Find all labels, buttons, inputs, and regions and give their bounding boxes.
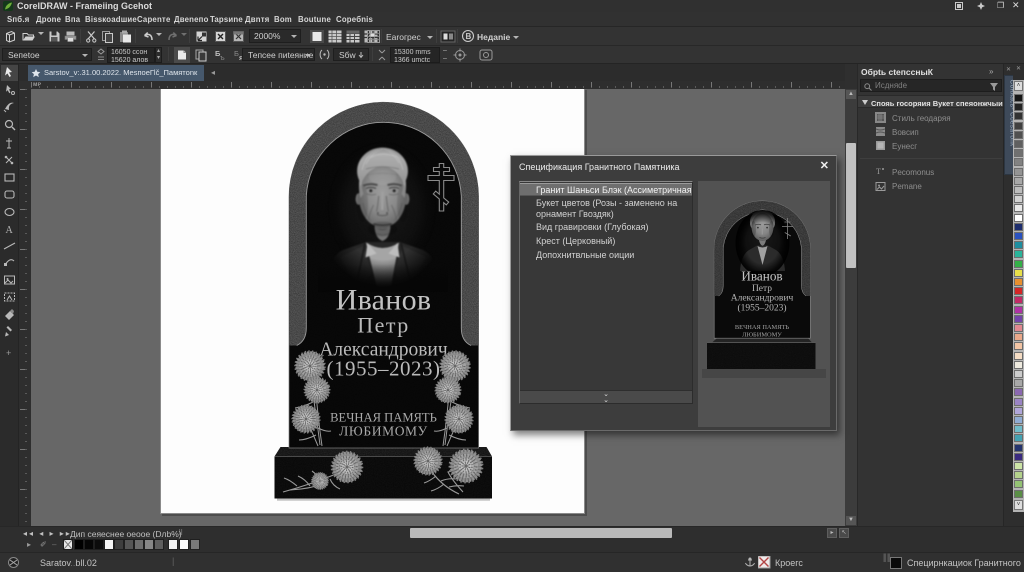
svg-text:+: + xyxy=(6,348,11,358)
svg-text:Александрович: Александрович xyxy=(731,294,794,304)
svg-text:Петр: Петр xyxy=(357,313,410,338)
svg-text:ЛЮБИМОМУ: ЛЮБИМОМУ xyxy=(339,424,428,439)
svg-text:ъ: ъ xyxy=(220,53,225,62)
svg-text:ЛЮБИМОМУ: ЛЮБИМОМУ xyxy=(742,332,782,339)
svg-text:B: B xyxy=(466,32,472,41)
svg-text:Петр: Петр xyxy=(752,284,772,294)
svg-text:(1955–2023): (1955–2023) xyxy=(327,357,441,381)
svg-text:ВЕЧНАЯ ПАМЯТЬ: ВЕЧНАЯ ПАМЯТЬ xyxy=(330,411,437,425)
svg-text:Иванов: Иванов xyxy=(741,269,782,284)
svg-text:ВЕЧНАЯ ПАМЯТЬ: ВЕЧНАЯ ПАМЯТЬ xyxy=(735,324,789,331)
svg-text:T: T xyxy=(876,167,881,176)
svg-text:(1955–2023): (1955–2023) xyxy=(737,303,786,314)
svg-text:A: A xyxy=(6,225,14,236)
